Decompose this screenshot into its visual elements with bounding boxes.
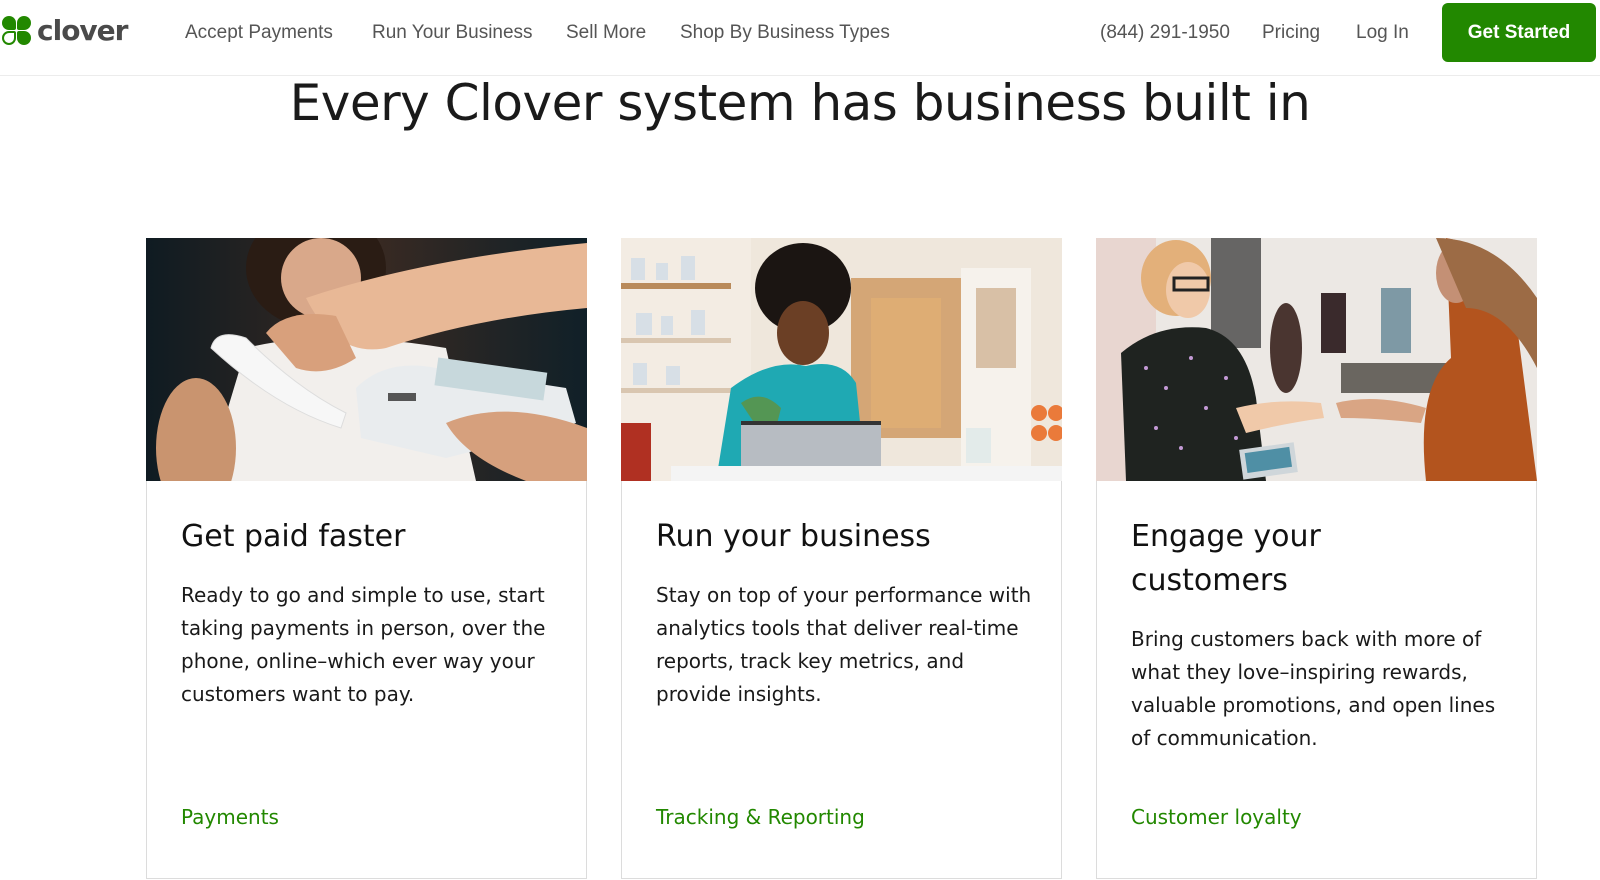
section-headline: Every Clover system has business built i… bbox=[289, 74, 1311, 132]
top-navigation: clover Accept Payments Run Your Business… bbox=[0, 0, 1600, 76]
nav-sell-more[interactable]: Sell More bbox=[566, 22, 646, 44]
card-description: Stay on top of your performance with ana… bbox=[656, 583, 1032, 706]
nav-accept-payments[interactable]: Accept Payments bbox=[185, 22, 333, 44]
nav-pricing[interactable]: Pricing bbox=[1262, 22, 1320, 44]
photo-salon-handoff bbox=[1096, 238, 1537, 481]
feature-card-engage-customers: Engage your customers Bring customers ba… bbox=[1096, 238, 1537, 879]
photo-payment-terminal bbox=[146, 238, 587, 481]
logo-text: clover bbox=[37, 14, 128, 47]
clover-logo[interactable]: clover bbox=[2, 14, 128, 47]
card-link-customer-loyalty[interactable]: Customer loyalty bbox=[1131, 805, 1302, 829]
clover-leaf-icon bbox=[2, 16, 32, 46]
card-description: Ready to go and simple to use, start tak… bbox=[181, 583, 546, 706]
nav-shop-by-business-types[interactable]: Shop By Business Types bbox=[680, 22, 890, 44]
nav-run-your-business[interactable]: Run Your Business bbox=[372, 22, 533, 44]
get-started-button[interactable]: Get Started bbox=[1442, 3, 1596, 62]
card-title: Engage your customers bbox=[1131, 519, 1321, 598]
photo-woman-laptop bbox=[621, 238, 1062, 481]
card-link-tracking-reporting[interactable]: Tracking & Reporting bbox=[656, 805, 865, 829]
nav-phone-number[interactable]: (844) 291-1950 bbox=[1100, 22, 1230, 44]
nav-log-in[interactable]: Log In bbox=[1356, 22, 1409, 44]
card-title: Run your business bbox=[656, 519, 931, 554]
card-title: Get paid faster bbox=[181, 519, 406, 554]
feature-card-payments: Get paid faster Ready to go and simple t… bbox=[146, 238, 587, 879]
card-link-payments[interactable]: Payments bbox=[181, 805, 279, 829]
feature-card-run-business: Run your business Stay on top of your pe… bbox=[621, 238, 1062, 879]
card-description: Bring customers back with more of what t… bbox=[1131, 627, 1496, 750]
